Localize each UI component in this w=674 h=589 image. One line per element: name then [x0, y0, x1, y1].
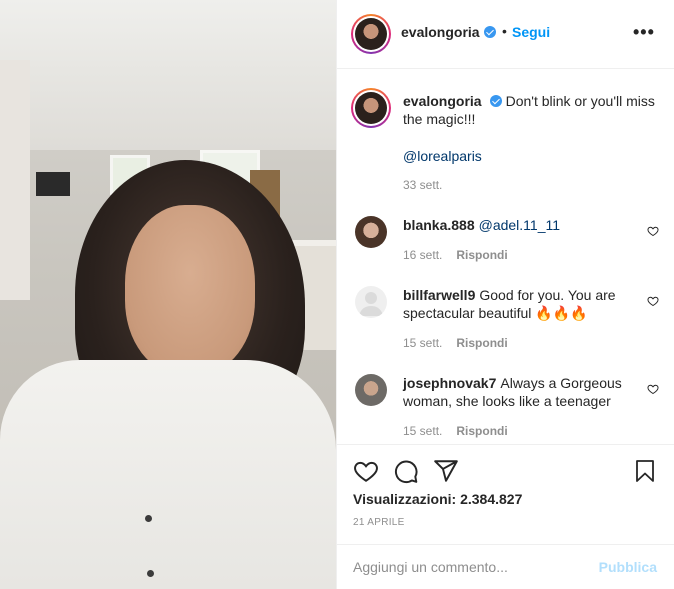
verified-badge-icon — [483, 26, 496, 38]
comment-time[interactable]: 15 sett. — [403, 336, 442, 350]
caption-mention[interactable]: @lorealparis — [403, 147, 482, 165]
video-person-face — [125, 205, 255, 375]
reply-button[interactable]: Rispondi — [456, 424, 507, 438]
author-handle[interactable]: evalongoria — [401, 24, 480, 40]
video-background-tv — [36, 172, 70, 196]
caption-author-avatar[interactable] — [351, 88, 391, 128]
comment-author[interactable]: josephnovak7 — [403, 375, 496, 391]
comment-author[interactable]: blanka.888 — [403, 217, 475, 233]
caption-author-handle[interactable]: evalongoria — [403, 93, 482, 109]
post-video[interactable] — [0, 0, 336, 589]
caption-text-block: evalongoria Don't blink or you'll miss th… — [403, 92, 665, 128]
comment-text-block: billfarwell9 Good for you. You are specta… — [403, 286, 639, 322]
comments-list[interactable]: evalongoria Don't blink or you'll miss th… — [337, 70, 674, 444]
shirt-button — [145, 515, 152, 522]
post-date[interactable]: 21 APRILE — [353, 517, 405, 528]
reply-button[interactable]: Rispondi — [456, 248, 507, 262]
comment-avatar[interactable] — [355, 216, 387, 248]
more-options-icon[interactable]: ••• — [633, 22, 655, 43]
comment-text-block: blanka.888 @adel.11_11 — [403, 216, 639, 234]
publish-button[interactable]: Pubblica — [599, 559, 657, 575]
comment-meta: 16 sett. Rispondi — [403, 248, 508, 262]
caption-time[interactable]: 33 sett. — [403, 178, 442, 192]
share-icon[interactable] — [433, 458, 459, 484]
add-comment-bar: Pubblica — [337, 544, 674, 589]
bookmark-icon[interactable] — [633, 458, 657, 484]
comment-like-heart-icon[interactable] — [647, 295, 659, 307]
comment-like-heart-icon[interactable] — [647, 383, 659, 395]
author-avatar[interactable] — [351, 14, 391, 54]
post-header: evalongoria • Segui ••• — [337, 0, 674, 69]
separator-dot: • — [502, 23, 507, 39]
video-background-wall — [0, 60, 30, 300]
comment-meta: 15 sett. Rispondi — [403, 336, 508, 350]
comment-icon[interactable] — [393, 458, 419, 484]
default-avatar-icon — [359, 292, 383, 316]
follow-button[interactable]: Segui — [512, 24, 550, 40]
reply-button[interactable]: Rispondi — [456, 336, 507, 350]
shirt-button — [147, 570, 154, 577]
comment-text-block: josephnovak7 Always a Gorgeous woman, she… — [403, 374, 639, 410]
comment-avatar[interactable] — [355, 286, 387, 318]
comment-avatar[interactable] — [355, 374, 387, 406]
comment-meta: 15 sett. Rispondi — [403, 424, 508, 438]
video-background — [0, 0, 336, 150]
verified-badge-icon — [489, 95, 502, 107]
post-side-panel: evalongoria • Segui ••• evalongoria Don't… — [336, 0, 674, 589]
video-person-shirt — [0, 360, 336, 589]
post-actions: Visualizzazioni: 2.384.827 21 APRILE — [337, 444, 674, 544]
comment-like-heart-icon[interactable] — [647, 225, 659, 237]
view-count: Visualizzazioni: 2.384.827 — [353, 491, 523, 507]
comment-input[interactable] — [353, 557, 583, 577]
comment-time[interactable]: 15 sett. — [403, 424, 442, 438]
comment-author[interactable]: billfarwell9 — [403, 287, 475, 303]
comment-text[interactable]: @adel.11_11 — [479, 217, 560, 233]
heart-icon[interactable] — [353, 458, 379, 484]
comment-time[interactable]: 16 sett. — [403, 248, 442, 262]
author-handle-container[interactable]: evalongoria — [401, 24, 496, 42]
